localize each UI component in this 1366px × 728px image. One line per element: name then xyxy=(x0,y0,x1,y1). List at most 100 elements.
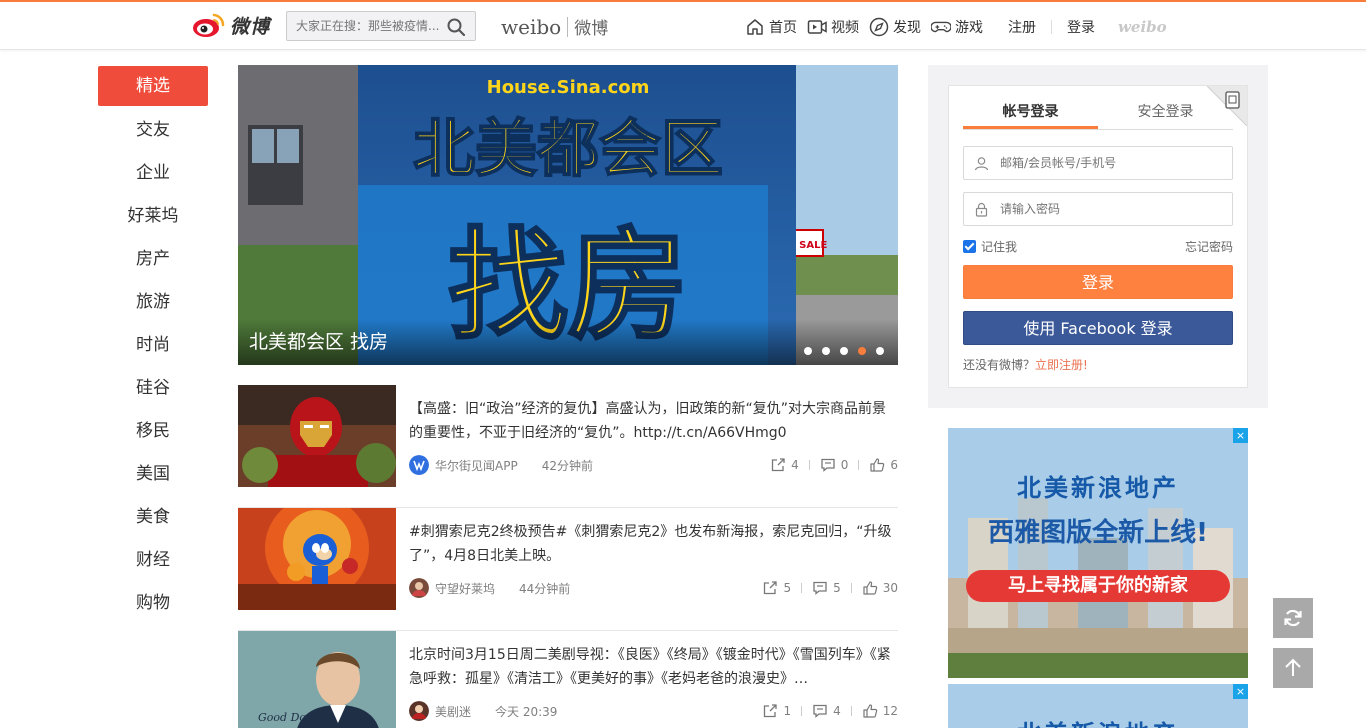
back-to-top-button[interactable] xyxy=(1273,648,1313,688)
stat-divider xyxy=(850,706,852,716)
sidebar-item-business[interactable]: 企业 xyxy=(98,152,208,195)
nav-video[interactable]: 视频 xyxy=(807,17,859,37)
hollywood-avatar-icon xyxy=(409,578,429,598)
like-icon xyxy=(870,458,885,472)
password-field[interactable] xyxy=(963,192,1233,226)
avatar[interactable] xyxy=(409,455,429,475)
remember-checkbox[interactable] xyxy=(963,240,976,253)
banner-dot-1[interactable] xyxy=(804,347,812,355)
feed-card[interactable]: Good Doctor 北京时间3月15日周二美剧导视：《良医》《终局》《镀金时… xyxy=(238,631,898,728)
username-field[interactable] xyxy=(963,146,1233,180)
like-icon xyxy=(863,581,877,595)
register-link[interactable]: 注册 xyxy=(993,17,1051,37)
sidebar-item-fashion[interactable]: 时尚 xyxy=(98,324,208,367)
logo-text: 微博 xyxy=(230,15,271,38)
sidebar-item-hollywood[interactable]: 好莱坞 xyxy=(98,195,208,238)
nav-video-label: 视频 xyxy=(831,20,859,36)
nav-discover[interactable]: 发现 xyxy=(869,17,921,37)
weibo-brand[interactable]: weibo 微博 xyxy=(501,14,608,40)
sidebar-item-travel[interactable]: 旅游 xyxy=(98,281,208,324)
sidebar-item-usa[interactable]: 美国 xyxy=(98,453,208,496)
sidebar-item-siliconvalley[interactable]: 硅谷 xyxy=(98,367,208,410)
feed-source[interactable]: 华尔街见闻APP xyxy=(435,457,518,474)
like-button[interactable]: 6 xyxy=(869,457,898,473)
login-button[interactable]: 登录 xyxy=(963,265,1233,299)
feed-card[interactable]: #刺猬索尼克2终极预告#《刺猬索尼克2》也发布新海报，索尼克回归，“升级了”，4… xyxy=(238,508,898,631)
feed-thumbnail[interactable]: Good Doctor xyxy=(238,631,396,728)
like-count: 12 xyxy=(882,704,898,718)
avatar[interactable] xyxy=(409,701,429,721)
username-input[interactable] xyxy=(1000,147,1226,179)
like-count: 30 xyxy=(882,581,898,595)
repost-icon xyxy=(764,581,778,595)
weibo-logo[interactable]: 微博 xyxy=(192,10,270,40)
password-input[interactable] xyxy=(1000,193,1226,225)
nav-discover-label: 发现 xyxy=(893,20,921,36)
sidebar-item-shopping[interactable]: 购物 xyxy=(98,582,208,625)
tab-account-login[interactable]: 帐号登录 xyxy=(963,100,1098,129)
category-sidebar: 精选 交友 企业 好莱坞 房产 旅游 时尚 硅谷 移民 美国 美食 财经 购物 xyxy=(98,66,208,625)
brand-divider xyxy=(567,16,569,37)
login-tabs: 帐号登录 安全登录 xyxy=(963,100,1233,130)
like-button[interactable]: 12 xyxy=(862,703,898,719)
hero-banner[interactable]: FOR SALE House.Sina.com 北美都会区 找房 北美都会区 找… xyxy=(238,65,898,365)
sidebar-item-social[interactable]: 交友 xyxy=(98,109,208,152)
repost-count: 1 xyxy=(783,704,792,718)
comment-button[interactable]: 4 xyxy=(812,703,841,719)
good-doctor-image: Good Doctor xyxy=(238,631,396,728)
feed-text[interactable]: 【高盛：旧“政治”经济的复仇】高盛认为，旧政策的新“复仇”对大宗商品前景的重要性… xyxy=(409,397,898,445)
news-feed: 【高盛：旧“政治”经济的复仇】高盛认为，旧政策的新“复仇”对大宗商品前景的重要性… xyxy=(238,385,898,728)
feed-thumbnail[interactable] xyxy=(238,508,396,610)
ad-close-icon[interactable]: × xyxy=(1233,428,1248,443)
ad-close-icon[interactable]: × xyxy=(1233,684,1248,699)
sidebar-item-realestate[interactable]: 房产 xyxy=(98,238,208,281)
banner-dot-5[interactable] xyxy=(876,347,884,355)
register-now-link[interactable]: 立即注册! xyxy=(1035,358,1088,372)
sidebar-item-finance[interactable]: 财经 xyxy=(98,539,208,582)
ironman-image xyxy=(238,385,396,487)
forgot-password-link[interactable]: 忘记密码 xyxy=(1185,238,1233,255)
comment-count: 5 xyxy=(833,581,841,595)
feed-text[interactable]: 北京时间3月15日周二美剧导视：《良医》《终局》《镀金时代》《雪国列车》《紧急呼… xyxy=(409,643,898,691)
avatar[interactable] xyxy=(409,578,429,598)
search-icon[interactable] xyxy=(447,18,465,36)
comment-icon xyxy=(813,581,827,595)
comment-button[interactable]: 5 xyxy=(812,580,841,596)
like-button[interactable]: 30 xyxy=(862,580,898,596)
repost-button[interactable]: 1 xyxy=(762,703,791,719)
repost-button[interactable]: 4 xyxy=(770,457,799,473)
facebook-login-button[interactable]: 使用 Facebook 登录 xyxy=(963,311,1233,345)
sidebar-item-immigration[interactable]: 移民 xyxy=(98,410,208,453)
feed-source[interactable]: 美剧迷 xyxy=(435,703,471,720)
repost-button[interactable]: 5 xyxy=(762,580,791,596)
banner-dot-3[interactable] xyxy=(840,347,848,355)
weibo-watermark: weibo xyxy=(1118,18,1167,36)
tab-secure-login[interactable]: 安全登录 xyxy=(1098,100,1233,129)
header: 微博 weibo 微博 首页 视频 发现 游戏 注册 登录 xyxy=(0,2,1366,50)
video-icon xyxy=(807,20,827,34)
nav-home-label: 首页 xyxy=(769,20,797,36)
ad-cta[interactable]: 马上寻找属于你的新家 xyxy=(966,570,1230,602)
ad-banner-2[interactable]: 北美新浪地产 × xyxy=(948,684,1248,728)
sidebar-item-featured[interactable]: 精选 xyxy=(98,66,208,106)
comment-button[interactable]: 0 xyxy=(820,457,848,473)
refresh-button[interactable] xyxy=(1273,598,1313,638)
no-account-text: 还没有微博？立即注册! xyxy=(963,356,1088,373)
nav-home[interactable]: 首页 xyxy=(745,17,797,37)
search-input[interactable] xyxy=(287,12,442,40)
feed-card[interactable]: 【高盛：旧“政治”经济的复仇】高盛认为，旧政策的新“复仇”对大宗商品前景的重要性… xyxy=(238,385,898,508)
feed-text[interactable]: #刺猬索尼克2终极预告#《刺猬索尼克2》也发布新海报，索尼克回归，“升级了”，4… xyxy=(409,520,898,568)
sidebar-item-food[interactable]: 美食 xyxy=(98,496,208,539)
brand-en: weibo xyxy=(501,14,562,39)
remember-me[interactable]: 记住我 xyxy=(963,238,1017,255)
feed-source[interactable]: 守望好莱坞 xyxy=(435,580,495,597)
nav-games[interactable]: 游戏 xyxy=(931,17,983,37)
banner-dot-2[interactable] xyxy=(822,347,830,355)
search-box[interactable] xyxy=(286,11,476,41)
ad-banner-1[interactable]: 北美新浪地产 西雅图版全新上线! 马上寻找属于你的新家 × xyxy=(948,428,1248,678)
login-link[interactable]: 登录 xyxy=(1052,17,1110,37)
comment-icon xyxy=(813,704,827,718)
banner-pagination xyxy=(804,347,884,355)
feed-thumbnail[interactable] xyxy=(238,385,396,487)
banner-dot-4[interactable] xyxy=(858,347,866,355)
